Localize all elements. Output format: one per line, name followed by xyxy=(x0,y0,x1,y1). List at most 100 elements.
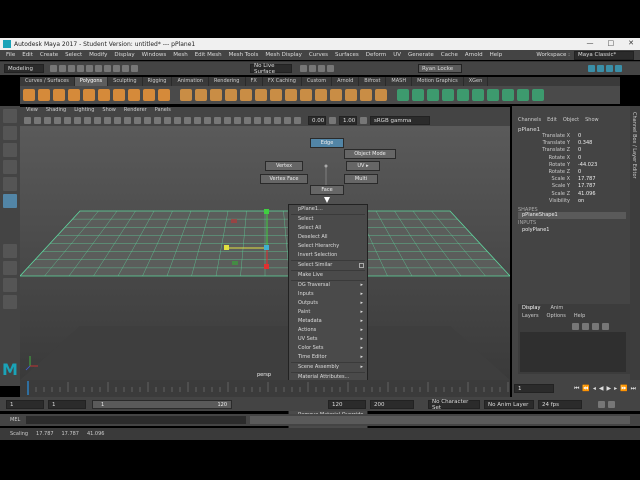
context-item-uv-sets[interactable]: UV Sets ▸ xyxy=(289,335,367,344)
select-tool-icon[interactable] xyxy=(3,109,17,123)
step-forward-key-icon[interactable]: ⏩ xyxy=(620,385,627,393)
poly-torus-icon[interactable] xyxy=(83,89,95,101)
channel-visibility[interactable]: Visibility on xyxy=(520,198,590,204)
anim-layer-select[interactable]: No Anim Layer xyxy=(484,400,534,409)
undo-icon[interactable] xyxy=(68,65,75,72)
channel-translate-x[interactable]: Translate X 0 xyxy=(520,133,590,139)
channel-value[interactable]: 41.096 xyxy=(578,191,596,197)
context-item-color-sets[interactable]: Color Sets ▸ xyxy=(289,344,367,353)
menu-edit-mesh[interactable]: Edit Mesh xyxy=(195,52,222,58)
context-item-dg-traversal[interactable]: DG Traversal ▸ xyxy=(289,281,367,290)
step-back-key-icon[interactable]: ⏪ xyxy=(582,385,589,393)
panel-menu-show[interactable]: Show xyxy=(102,107,116,115)
layer-menu-layers[interactable]: Layers xyxy=(522,313,539,319)
attribute-editor-icon[interactable] xyxy=(597,65,604,72)
rotate-tool-icon[interactable] xyxy=(3,177,17,191)
smooth-icon[interactable] xyxy=(210,89,222,101)
paint-select-tool-icon[interactable] xyxy=(3,143,17,157)
channel-translate-z[interactable]: Translate Z 0 xyxy=(520,147,590,153)
automatic-map-icon[interactable] xyxy=(427,89,439,101)
channel-scale-x[interactable]: Scale X 17.787 xyxy=(520,176,596,182)
menu-generate[interactable]: Generate xyxy=(408,52,434,58)
context-item-make-live[interactable]: Make Live xyxy=(289,271,367,280)
user-account[interactable]: Ryan Locke xyxy=(418,64,462,73)
current-frame-field[interactable]: 1 xyxy=(514,384,554,393)
safe-action-icon[interactable] xyxy=(134,117,141,124)
character-set-select[interactable]: No Character Set xyxy=(428,399,480,411)
select-object-icon[interactable] xyxy=(95,65,102,72)
menu-arnold[interactable]: Arnold xyxy=(465,52,483,58)
marking-menu-multi[interactable]: Multi xyxy=(344,174,378,184)
shadows-icon[interactable] xyxy=(214,117,221,124)
scale-tool-icon[interactable] xyxy=(3,194,17,208)
menu-cache[interactable]: Cache xyxy=(441,52,458,58)
bevel-icon[interactable] xyxy=(315,89,327,101)
bridge-icon[interactable] xyxy=(285,89,297,101)
shelf-tab-polygons[interactable]: Polygons xyxy=(74,77,109,86)
channel-value[interactable]: 17.787 xyxy=(578,176,596,182)
boolean-intersection-icon[interactable] xyxy=(255,89,267,101)
menu-file[interactable]: File xyxy=(6,52,15,58)
tool-settings-icon[interactable] xyxy=(606,65,613,72)
marking-menu-edge[interactable]: Edge xyxy=(310,138,344,148)
spherical-map-icon[interactable] xyxy=(457,89,469,101)
channel-scale-z[interactable]: Scale Z 41.096 xyxy=(520,191,596,197)
menu-modify[interactable]: Modify xyxy=(89,52,107,58)
boolean-union-icon[interactable] xyxy=(225,89,237,101)
channel-value[interactable]: -44.023 xyxy=(578,162,597,168)
move-layer-down-icon[interactable] xyxy=(582,323,589,330)
poly-cube-icon[interactable] xyxy=(38,89,50,101)
view-transform-select[interactable]: sRGB gamma xyxy=(370,116,430,125)
shelf-tab-rigging[interactable]: Rigging xyxy=(143,77,173,86)
context-item-invert-selection[interactable]: Invert Selection xyxy=(289,251,367,260)
layer-list[interactable] xyxy=(520,332,626,372)
channel-rotate-y[interactable]: Rotate Y -44.023 xyxy=(520,162,597,168)
merge-icon[interactable] xyxy=(360,89,372,101)
fill-hole-icon[interactable] xyxy=(330,89,342,101)
time-slider[interactable] xyxy=(20,380,510,397)
context-item-select-all[interactable]: Select All xyxy=(289,224,367,233)
shelf-tab-fx[interactable]: FX xyxy=(246,77,263,86)
menu-uv[interactable]: UV xyxy=(393,52,401,58)
play-forward-icon[interactable]: ▶ xyxy=(607,385,612,393)
poly-cone-icon[interactable] xyxy=(68,89,80,101)
go-to-end-icon[interactable]: ⏭ xyxy=(631,385,636,393)
resolution-gate-icon[interactable] xyxy=(104,117,111,124)
xray-active-icon[interactable] xyxy=(284,117,291,124)
context-item-time-editor[interactable]: Time Editor ▸ xyxy=(289,353,367,362)
close-button[interactable]: ✕ xyxy=(628,39,634,47)
marking-menu-vertex[interactable]: Vertex xyxy=(265,161,303,171)
safe-title-icon[interactable] xyxy=(144,117,151,124)
panel-menu-shading[interactable]: Shading xyxy=(46,107,66,115)
new-empty-layer-icon[interactable] xyxy=(592,323,599,330)
step-forward-frame-icon[interactable]: ▸ xyxy=(614,385,617,393)
minimize-button[interactable]: — xyxy=(587,39,594,47)
menu-mesh-display[interactable]: Mesh Display xyxy=(265,52,302,58)
channel-box-menu-edit[interactable]: Edit xyxy=(547,117,557,123)
poly-text-icon[interactable] xyxy=(143,89,155,101)
channel-value[interactable]: 0 xyxy=(578,169,581,175)
multi-cut-icon[interactable] xyxy=(375,89,387,101)
scale-z-handle[interactable] xyxy=(224,245,229,250)
auto-key-icon[interactable] xyxy=(598,401,605,408)
menu-deform[interactable]: Deform xyxy=(366,52,386,58)
range-slider[interactable]: 1 120 xyxy=(92,400,232,409)
channel-value[interactable]: 0 xyxy=(578,147,581,153)
maximize-button[interactable]: □ xyxy=(608,39,615,47)
live-surface-field[interactable]: No Live Surface xyxy=(250,63,292,75)
menu-create[interactable]: Create xyxy=(40,52,58,58)
persp-outliner-layout-icon[interactable] xyxy=(3,278,17,292)
shelf-tab-mash[interactable]: MASH xyxy=(386,77,413,86)
save-scene-icon[interactable] xyxy=(59,65,66,72)
menu-windows[interactable]: Windows xyxy=(142,52,167,58)
current-time-indicator[interactable] xyxy=(27,381,29,395)
sew-uv-icon[interactable] xyxy=(502,89,514,101)
camera-attributes-icon[interactable] xyxy=(34,117,41,124)
menu-curves[interactable]: Curves xyxy=(309,52,328,58)
option-box-icon[interactable] xyxy=(359,263,364,268)
grid-icon[interactable] xyxy=(84,117,91,124)
scale-plane-xy-handle[interactable] xyxy=(231,219,237,223)
use-all-lights-icon[interactable] xyxy=(204,117,211,124)
render-settings-icon[interactable] xyxy=(318,65,325,72)
append-icon[interactable] xyxy=(345,89,357,101)
